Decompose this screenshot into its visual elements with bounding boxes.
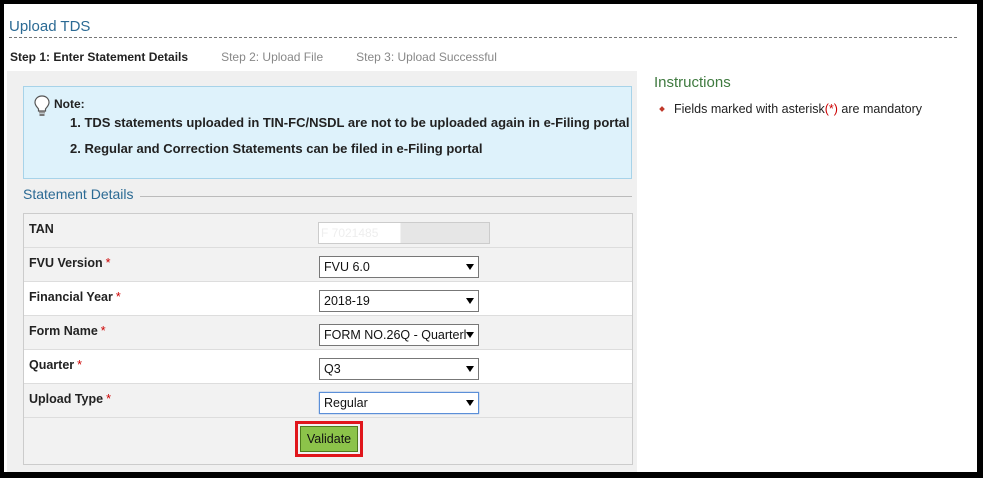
note-box: Note: 1. TDS statements uploaded in TIN-… — [23, 86, 632, 179]
upload-type-label: Upload Type * — [29, 392, 111, 406]
page-title: Upload TDS — [9, 18, 91, 35]
required-mark: * — [106, 392, 111, 406]
fvu-version-label: FVU Version * — [29, 256, 111, 270]
lightbulb-icon — [34, 95, 50, 116]
form-row-financial-year: Financial Year * 2018-19 — [24, 282, 632, 316]
required-mark: * — [100, 324, 106, 338]
quarter-select[interactable]: Q3 — [319, 358, 479, 380]
validate-button[interactable]: Validate — [300, 426, 358, 452]
wizard-steps: Step 1: Enter Statement Details Step 2: … — [10, 50, 530, 64]
page-frame: Upload TDS Step 1: Enter Statement Detai… — [4, 4, 977, 472]
section-title: Statement Details — [23, 186, 140, 202]
instruction-item: Fields marked with asterisk (*) are manda… — [659, 102, 922, 116]
form-name-select[interactable]: FORM NO.26Q - Quarterly — [319, 324, 479, 346]
fvu-version-select[interactable]: FVU 6.0 — [319, 256, 479, 278]
statement-form: TAN F 7021485 FVU Version * FVU 6.0 Finan… — [23, 213, 633, 465]
form-row-upload-type: Upload Type * Regular — [24, 384, 632, 418]
chevron-down-icon — [466, 264, 474, 270]
chevron-down-icon — [466, 298, 474, 304]
title-divider — [9, 37, 957, 38]
note-item-1: 1. TDS statements uploaded in TIN-FC/NSD… — [70, 115, 630, 130]
note-item-2: 2. Regular and Correction Statements can… — [70, 141, 483, 156]
financial-year-select[interactable]: 2018-19 — [319, 290, 479, 312]
statement-panel: Note: 1. TDS statements uploaded in TIN-… — [7, 71, 637, 472]
step-2: Step 2: Upload File — [221, 50, 324, 64]
instructions-title: Instructions — [654, 74, 731, 91]
chevron-down-icon — [466, 332, 474, 338]
required-mark: * — [115, 290, 121, 304]
form-row-tan: TAN F 7021485 — [24, 214, 632, 248]
form-actions: Validate — [24, 418, 632, 464]
chevron-down-icon — [466, 366, 474, 372]
form-row-quarter: Quarter * Q3 — [24, 350, 632, 384]
tan-label: TAN — [29, 222, 54, 236]
step-3: Step 3: Upload Successful — [356, 50, 497, 64]
step-1: Step 1: Enter Statement Details — [10, 50, 189, 64]
chevron-down-icon — [466, 400, 474, 406]
financial-year-label: Financial Year * — [29, 290, 121, 304]
tan-field[interactable]: F 7021485 — [318, 222, 490, 244]
form-name-label: Form Name * — [29, 324, 106, 338]
upload-type-select[interactable]: Regular — [319, 392, 479, 414]
required-mark: * — [105, 256, 111, 270]
quarter-label: Quarter * — [29, 358, 83, 372]
required-mark: * — [77, 358, 83, 372]
form-row-fvu-version: FVU Version * FVU 6.0 — [24, 248, 632, 282]
form-row-form-name: Form Name * FORM NO.26Q - Quarterly — [24, 316, 632, 350]
note-label: Note: — [54, 97, 85, 111]
bullet-icon — [659, 106, 665, 112]
